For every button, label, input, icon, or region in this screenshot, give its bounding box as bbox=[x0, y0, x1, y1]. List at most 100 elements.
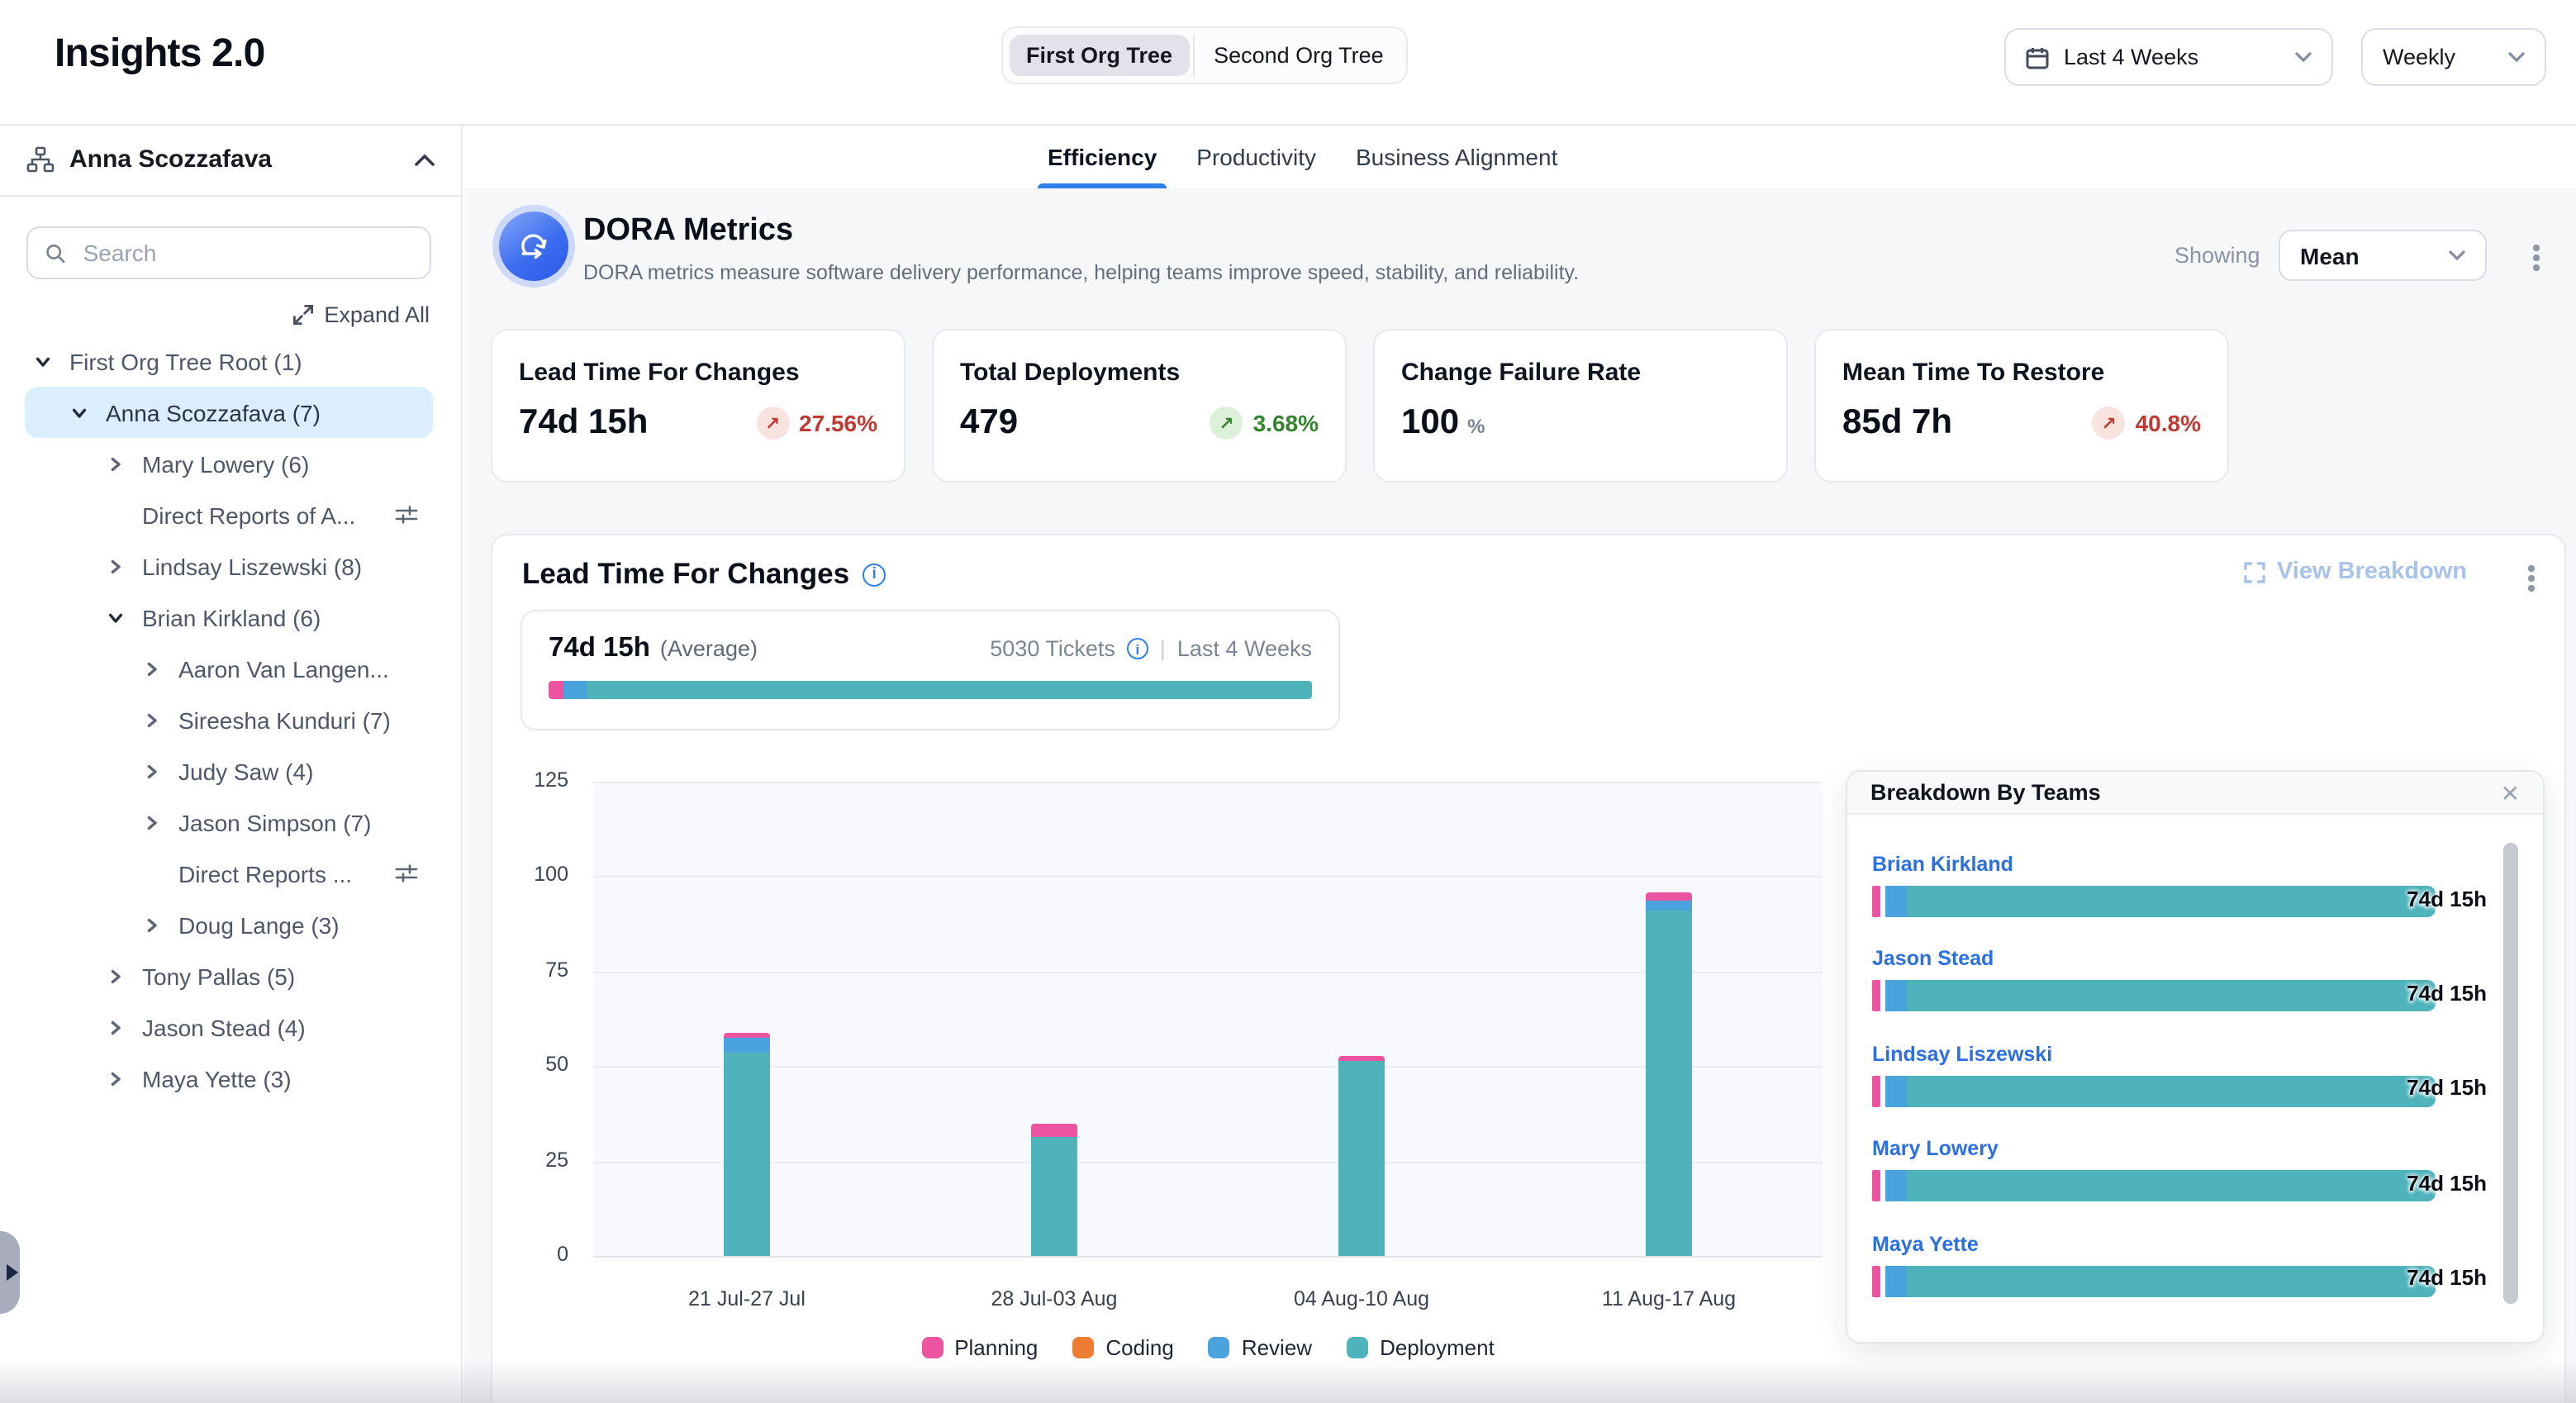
team-stacked-bar[interactable]: 74d 15h bbox=[1872, 981, 2436, 1012]
metric-value: 479 bbox=[960, 403, 1018, 443]
planning-segment bbox=[1872, 1076, 1880, 1107]
close-icon[interactable] bbox=[2501, 781, 2520, 804]
metric-delta: 3.68% bbox=[1253, 410, 1319, 436]
view-breakdown-button[interactable]: View Breakdown bbox=[2244, 559, 2467, 585]
chevron-icon[interactable] bbox=[139, 660, 165, 677]
lead-time-title: Lead Time For Changes bbox=[522, 557, 849, 592]
metric-card: Total Deployments 479 3.68% bbox=[932, 329, 1347, 483]
team-link[interactable]: Maya Yette bbox=[1872, 1232, 1979, 1255]
planning-segment bbox=[1872, 981, 1880, 1012]
filter-icon[interactable] bbox=[395, 863, 418, 884]
metric-delta-badge: 3.68% bbox=[1210, 407, 1319, 440]
metric-unit: % bbox=[1467, 415, 1485, 443]
tab-efficiency[interactable]: Efficiency bbox=[1038, 124, 1167, 188]
legend-swatch bbox=[921, 1337, 943, 1358]
chevron-icon[interactable] bbox=[139, 814, 165, 830]
search-input[interactable] bbox=[80, 238, 413, 268]
tree-item[interactable]: Anna Scozzafava (7) bbox=[25, 387, 433, 438]
granularity-value: Weekly bbox=[2383, 45, 2455, 69]
chevron-icon[interactable] bbox=[139, 711, 165, 728]
tree-item[interactable]: Lindsay Liszewski (8) bbox=[0, 540, 461, 592]
tree-item[interactable]: Judy Saw (4) bbox=[0, 745, 461, 797]
tab-business-alignment[interactable]: Business Alignment bbox=[1346, 124, 1567, 188]
chevron-icon[interactable] bbox=[102, 1019, 129, 1035]
page-title: Insights 2.0 bbox=[55, 31, 265, 78]
expand-all-button[interactable]: Expand All bbox=[292, 302, 430, 327]
breakdown-team-row: Lindsay Liszewski 74d 15h bbox=[1872, 1039, 2436, 1107]
team-stacked-bar[interactable]: 74d 15h bbox=[1872, 1170, 2436, 1201]
legend-item[interactable]: Deployment bbox=[1347, 1335, 1495, 1360]
chart-bar[interactable] bbox=[1031, 1124, 1077, 1256]
team-link[interactable]: Jason Stead bbox=[1872, 948, 1994, 971]
chevron-icon[interactable] bbox=[102, 609, 129, 625]
legend-item[interactable]: Planning bbox=[921, 1335, 1038, 1360]
chart-bar[interactable] bbox=[1646, 892, 1692, 1256]
granularity-select[interactable]: Weekly bbox=[2361, 28, 2546, 86]
scrollbar-thumb[interactable] bbox=[2503, 843, 2518, 1304]
team-stacked-bar[interactable]: 74d 15h bbox=[1872, 1076, 2436, 1107]
view-breakdown-label: View Breakdown bbox=[2277, 559, 2467, 585]
trend-up-icon bbox=[1210, 407, 1243, 440]
tree-item[interactable]: Direct Reports ... bbox=[0, 848, 461, 899]
breakdown-list: Brian Kirkland 74d 15h Jason Stead 74d 1… bbox=[1847, 815, 2543, 1345]
tree-item[interactable]: Jason Simpson (7) bbox=[0, 797, 461, 848]
tree-item[interactable]: Brian Kirkland (6) bbox=[0, 592, 461, 643]
chevron-icon[interactable] bbox=[139, 763, 165, 779]
chevron-icon[interactable] bbox=[139, 916, 165, 933]
tree-item[interactable]: Aaron Van Langen... bbox=[0, 643, 461, 694]
info-icon[interactable] bbox=[1127, 638, 1148, 659]
tree-item[interactable]: Tony Pallas (5) bbox=[0, 950, 461, 1001]
lead-time-menu-button[interactable] bbox=[2521, 559, 2540, 597]
chevron-icon[interactable] bbox=[102, 558, 129, 574]
toggle-divider bbox=[1192, 34, 1194, 77]
team-bar-value: 74d 15h bbox=[2407, 886, 2487, 917]
date-range-select[interactable]: Last 4 Weeks bbox=[2004, 28, 2333, 86]
tree-item[interactable]: Jason Stead (4) bbox=[0, 1001, 461, 1053]
dora-menu-button[interactable] bbox=[2526, 238, 2545, 277]
gridline bbox=[593, 1256, 1823, 1258]
review-segment bbox=[724, 1038, 770, 1053]
team-stacked-bar[interactable]: 74d 15h bbox=[1872, 1265, 2436, 1296]
legend-item[interactable]: Review bbox=[1209, 1335, 1312, 1360]
tree-item[interactable]: Direct Reports of A... bbox=[0, 489, 461, 540]
chevron-icon[interactable] bbox=[102, 1070, 129, 1087]
chevron-icon[interactable] bbox=[102, 455, 129, 472]
tree-item[interactable]: Sireesha Kunduri (7) bbox=[0, 694, 461, 745]
chart-legend: Planning Coding Review Deployment bbox=[593, 1335, 1823, 1360]
metric-title: Lead Time For Changes bbox=[519, 359, 877, 387]
filter-icon[interactable] bbox=[395, 504, 418, 526]
team-link[interactable]: Lindsay Liszewski bbox=[1872, 1043, 2052, 1066]
tab-productivity[interactable]: Productivity bbox=[1186, 124, 1326, 188]
chevron-icon[interactable] bbox=[30, 353, 56, 369]
info-icon[interactable] bbox=[863, 563, 886, 586]
showing-select[interactable]: Mean bbox=[2279, 230, 2487, 281]
chart-bar[interactable] bbox=[724, 1033, 770, 1256]
chevron-up-icon[interactable] bbox=[415, 153, 435, 166]
tree-item[interactable]: Doug Lange (3) bbox=[0, 899, 461, 950]
org-tree-option[interactable]: First Org Tree bbox=[1010, 35, 1189, 76]
org-tree-option[interactable]: Second Org Tree bbox=[1197, 35, 1400, 76]
tree-item[interactable]: First Org Tree Root (1) bbox=[0, 335, 461, 387]
average-value: 74d 15h bbox=[549, 633, 650, 664]
y-axis-tick: 50 bbox=[502, 1053, 568, 1076]
sidebar-collapse-handle[interactable] bbox=[0, 1231, 20, 1314]
chevron-icon[interactable] bbox=[102, 968, 129, 984]
team-stacked-bar[interactable]: 74d 15h bbox=[1872, 886, 2436, 917]
chart-bar[interactable] bbox=[1338, 1056, 1385, 1256]
org-tree-toggle[interactable]: First Org TreeSecond Org Tree bbox=[1001, 26, 1409, 84]
legend-item[interactable]: Coding bbox=[1072, 1335, 1173, 1360]
chevron-icon[interactable] bbox=[66, 404, 93, 421]
expand-corners-icon bbox=[2244, 561, 2265, 583]
search-box bbox=[26, 226, 431, 279]
team-link[interactable]: Mary Lowery bbox=[1872, 1137, 1999, 1160]
deployment-segment bbox=[1907, 1170, 2436, 1201]
legend-label: Review bbox=[1242, 1335, 1312, 1360]
sidebar-header[interactable]: Anna Scozzafava bbox=[0, 124, 461, 197]
gridline bbox=[593, 782, 1823, 783]
tree-item-label: Brian Kirkland (6) bbox=[142, 604, 321, 630]
tree-item[interactable]: Mary Lowery (6) bbox=[0, 438, 461, 489]
trend-up-icon bbox=[756, 407, 789, 440]
team-link[interactable]: Brian Kirkland bbox=[1872, 853, 2013, 876]
tree-item[interactable]: Maya Yette (3) bbox=[0, 1053, 461, 1104]
metric-title: Total Deployments bbox=[960, 359, 1319, 387]
